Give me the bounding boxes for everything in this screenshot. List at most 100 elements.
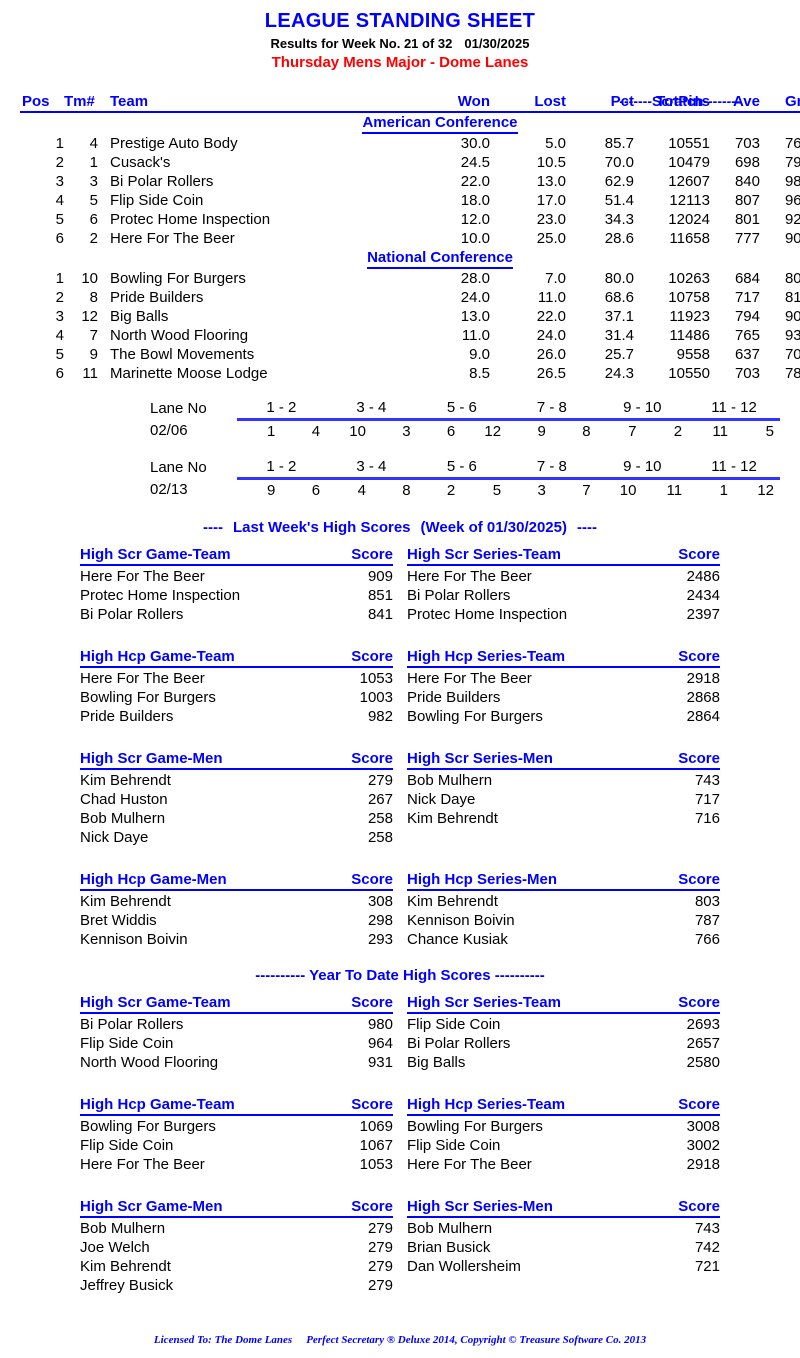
lane-pair-label: 7 - 8 bbox=[507, 397, 597, 421]
standings-table: Pos Tm# Team Won Lost Pct TotPins Ave Gm… bbox=[20, 93, 800, 383]
list-item: Here For The Beer 2918 bbox=[407, 1155, 720, 1174]
score-column-header: High Scr Game-Team Score bbox=[80, 994, 393, 1014]
list-item: Kim Behrendt 279 bbox=[80, 1257, 393, 1276]
standings-cell-ave: 801 bbox=[734, 211, 760, 228]
standings-cell-gm: 964 bbox=[784, 192, 800, 209]
page-footer: Licensed To: The Dome Lanes Perfect Secre… bbox=[0, 1334, 800, 1346]
standings-cell-ave: 717 bbox=[734, 289, 760, 306]
table-row: 21Cusack's24.510.570.0104796987902166 bbox=[20, 153, 800, 172]
score-entry-name: Bob Mulhern bbox=[407, 772, 493, 789]
standings-cell-pct: 24.3 bbox=[604, 365, 634, 382]
table-row: 5 6 Protec Home Inspection 12.0 23.0 34.3 1202… bbox=[20, 210, 800, 229]
score-entry-name: Dan Wollersheim bbox=[407, 1258, 521, 1275]
last-week-score-column: High Hcp Game-Team Score Here For The Beer… bbox=[80, 648, 393, 726]
standings-cell-ave: 684 bbox=[734, 270, 760, 287]
standings-cell-lost: 25.0 bbox=[536, 230, 566, 247]
standings-cell-pct: 25.7 bbox=[604, 346, 634, 363]
ytd-score-column: High Scr Series-Men Score Bob Mulhern 743 Br… bbox=[407, 1198, 720, 1295]
last-week-section-title: ---- Last Week's High Scores (Week of 01/3… bbox=[0, 519, 800, 536]
list-item: Bob Mulhern 258 bbox=[80, 809, 393, 828]
score-entry-value: 716 bbox=[694, 810, 720, 827]
standings-cell-lost: 26.0 bbox=[536, 346, 566, 363]
score-entry-value: 3008 bbox=[686, 1118, 720, 1135]
standings-cell-tm: 10 bbox=[81, 270, 98, 287]
score-entry-name: Bob Mulhern bbox=[407, 1220, 493, 1237]
standings-cell-tm: 11 bbox=[82, 365, 98, 382]
score-row-list: Bob Mulhern 279 Joe Welch 279 Kim Behrendt 27… bbox=[80, 1218, 393, 1295]
standings-cell-totpins: 12024 bbox=[668, 211, 710, 228]
standings-cell-team: Bowling For Burgers bbox=[110, 270, 246, 287]
standings-cell-lost: 26.5 bbox=[536, 365, 566, 382]
score-entry-name: Nick Daye bbox=[407, 791, 476, 808]
standings-cell-won: 24.0 bbox=[460, 289, 490, 306]
score-entry-name: Protec Home Inspection bbox=[80, 587, 241, 604]
standings-cell-totpins: 11923 bbox=[669, 308, 710, 325]
score-row-list: Kim Behrendt 279 Chad Huston 267 Bob Mulhern… bbox=[80, 770, 393, 847]
table-row: 28Pride Builders24.011.068.6107587178192… bbox=[20, 288, 800, 307]
last-week-score-column: High Hcp Game-Men Score Kim Behrendt 308 Bre… bbox=[80, 871, 393, 949]
lane-header-row: Lane No 1 - 23 - 45 - 67 - 89 - 10 11 - 12 bbox=[150, 456, 780, 480]
lane-team-number: 1 bbox=[719, 482, 728, 499]
score-entry-value: 1069 bbox=[359, 1118, 393, 1135]
year-to-date-section-title: ---------- Year To Date High Scores ----… bbox=[255, 967, 545, 984]
standings-cell-won: 8.5 bbox=[469, 365, 490, 382]
score-column-header: High Scr Series-Team Score bbox=[407, 994, 720, 1014]
score-entry-name: Bi Polar Rollers bbox=[80, 606, 184, 623]
conference-header-row: American Conference bbox=[20, 112, 800, 134]
last-week-score-column: High Hcp Series-Team Score Here For The Be… bbox=[407, 648, 720, 726]
scratch-band-label: -------Scratch-------- bbox=[619, 93, 741, 109]
standings-cell-pct: 68.6 bbox=[604, 289, 634, 306]
standings-cell-gm: 819 bbox=[784, 289, 800, 306]
score-entry-value: 2918 bbox=[686, 1156, 720, 1173]
score-entry-value: 258 bbox=[367, 810, 393, 827]
standings-cell-pos: 2 bbox=[55, 154, 64, 171]
score-entry-name: Bob Mulhern bbox=[80, 810, 166, 827]
score-entry-value: 717 bbox=[694, 791, 720, 808]
standings-cell-gm: 761 bbox=[784, 135, 800, 152]
score-entry-name: Bret Widdis bbox=[80, 912, 157, 929]
score-column-header: High Hcp Series-Team Score bbox=[407, 648, 720, 668]
score-column-header: High Scr Series-Team Score bbox=[407, 546, 720, 566]
column-header-lost: Lost bbox=[490, 93, 566, 113]
last-week-title-main: Last Week's High Scores bbox=[232, 519, 411, 536]
score-block-gap bbox=[0, 1072, 800, 1096]
conference-name: National Conference bbox=[367, 248, 513, 269]
last-week-score-block: High Scr Game-Team Score Here For The Beer… bbox=[80, 546, 720, 624]
score-category-label: High Hcp Series-Men bbox=[407, 871, 558, 888]
score-entry-value: 1003 bbox=[359, 689, 393, 706]
score-entry-name: Bowling For Burgers bbox=[407, 708, 543, 725]
list-item: Kim Behrendt 308 bbox=[80, 892, 393, 911]
score-entry-value: 743 bbox=[694, 772, 720, 789]
lane-schedule-table: Lane No 1 - 23 - 45 - 67 - 89 - 10 11 - 12… bbox=[150, 397, 780, 501]
lane-team-number: 4 bbox=[357, 482, 366, 499]
list-item: Chance Kusiak 766 bbox=[407, 930, 720, 949]
ytd-score-block: High Scr Game-Men Score Bob Mulhern 279 Joe … bbox=[80, 1198, 720, 1295]
score-column-header: High Hcp Game-Team Score bbox=[80, 1096, 393, 1116]
standings-cell-won: 13.0 bbox=[460, 308, 490, 325]
score-entry-value: 743 bbox=[694, 1220, 720, 1237]
lane-team-number: 3 bbox=[537, 482, 546, 499]
list-item: Flip Side Coin 1067 bbox=[80, 1136, 393, 1155]
score-row-list: Kim Behrendt 803 Kennison Boivin 787 Chance … bbox=[407, 891, 720, 949]
score-entry-value: 2864 bbox=[686, 708, 720, 725]
last-week-title-suffix: ---- bbox=[577, 519, 597, 536]
score-entry-name: Protec Home Inspection bbox=[407, 606, 568, 623]
last-week-score-column: High Hcp Series-Men Score Kim Behrendt 803 K… bbox=[407, 871, 720, 949]
score-block-gap bbox=[0, 624, 800, 648]
lane-week-date: 02/06 bbox=[150, 422, 188, 440]
lane-team-number: 7 bbox=[628, 423, 637, 440]
score-entry-value: 279 bbox=[367, 1220, 393, 1237]
score-row-list: Bi Polar Rollers 980 Flip Side Coin 964 Nort… bbox=[80, 1014, 393, 1072]
score-entry-value: 803 bbox=[694, 893, 720, 910]
score-column-header: High Scr Game-Team Score bbox=[80, 546, 393, 566]
lane-no-label: Lane No bbox=[150, 458, 207, 476]
score-value-header: Score bbox=[351, 750, 393, 767]
standings-cell-won: 22.0 bbox=[460, 173, 490, 190]
score-entry-value: 279 bbox=[367, 1277, 393, 1294]
lane-team-number: 8 bbox=[402, 482, 411, 499]
list-item: Flip Side Coin 3002 bbox=[407, 1136, 720, 1155]
lane-header-row: Lane No 1 - 23 - 45 - 67 - 89 - 10 11 - 12 bbox=[150, 397, 780, 421]
ytd-score-column: High Scr Game-Men Score Bob Mulhern 279 Joe … bbox=[80, 1198, 393, 1295]
lane-team-number: 2 bbox=[446, 482, 456, 499]
standings-cell-totpins: 10550 bbox=[668, 365, 710, 382]
